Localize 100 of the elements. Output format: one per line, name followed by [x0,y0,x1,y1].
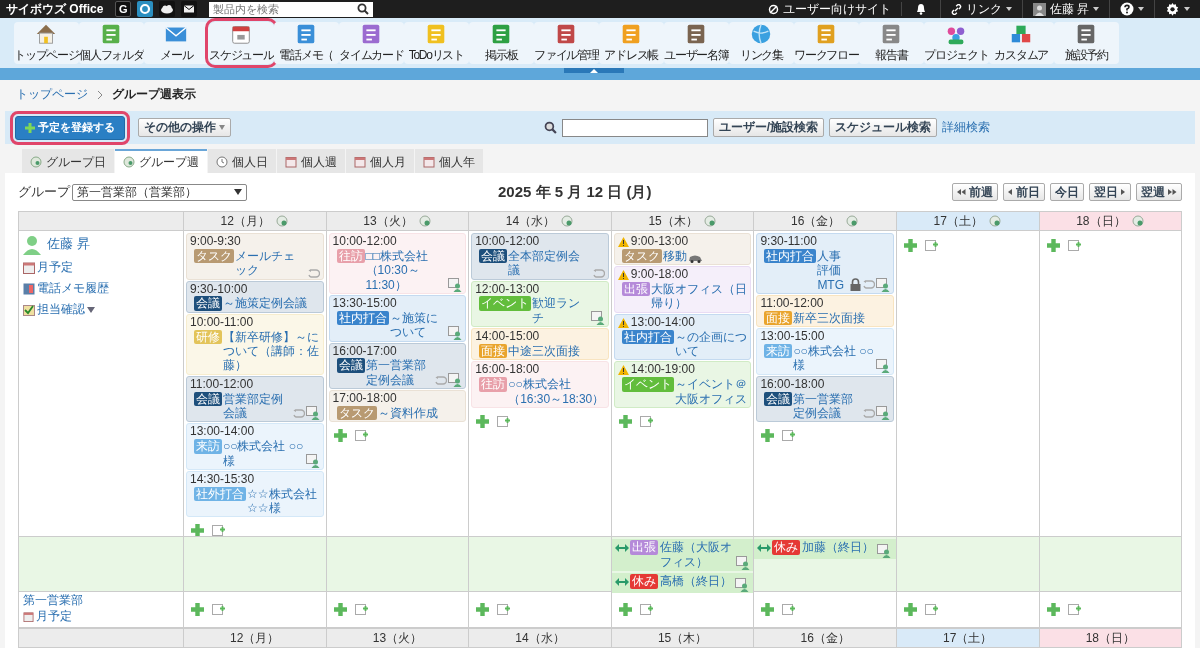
event-title-link[interactable]: ○○株式会社 ○○様 [793,343,875,373]
group-month-link[interactable]: 月予定 [36,609,72,624]
group-day-icon[interactable] [561,214,575,228]
search-icon[interactable] [357,3,370,15]
attendees-icon[interactable] [448,325,463,340]
schedule-event[interactable]: 14:00-15:00 面接 中途三次面接 [471,328,609,361]
ring-icon[interactable] [137,1,154,17]
schedule-event[interactable]: 16:00-17:00 会議 第一営業部定例会議 [328,342,467,390]
event-title-link[interactable]: ○○株式会社 ○○様 [223,439,305,468]
schedule-event[interactable]: 10:00-12:00 往訪 □□株式会社（10:30～11:30） [328,233,467,294]
schedule-event[interactable]: 9:30-10:00 会議 ～施策定例会議 [186,280,324,313]
event-title-link[interactable]: 第一営業部定例会議 [793,391,861,421]
add-icon[interactable] [333,429,347,443]
event-title-link[interactable]: ○○株式会社（16:30～18:30） [508,377,605,406]
event-title-link[interactable]: 佐藤（大阪オフィス） [659,540,734,570]
attendees-icon[interactable] [877,544,892,558]
detail-search-link[interactable]: 詳細検索 [942,119,990,136]
view-tab[interactable]: 個人月 [346,149,414,173]
all-day-event[interactable]: 休み 加藤（終日） [754,539,896,559]
add-card-icon[interactable] [639,414,654,428]
all-day-event[interactable]: 休み 高橋（終日） [611,573,754,593]
event-title-link[interactable]: 人事評価MTG [817,248,849,292]
attendees-icon[interactable] [875,358,890,373]
app-tile[interactable]: タイムカード [339,22,404,64]
add-card-icon[interactable] [354,603,369,616]
attendees-icon[interactable] [305,453,320,468]
event-title-link[interactable]: 大阪オフィス（日帰り） [650,282,748,311]
schedule-event[interactable]: 13:00-15:00 来訪 ○○株式会社 ○○様 [756,328,894,375]
group-day-icon[interactable] [988,214,1002,228]
add-icon[interactable] [191,603,204,616]
attendees-icon[interactable] [590,311,605,326]
app-tile[interactable]: トップページ [14,22,79,64]
add-icon[interactable] [333,603,347,616]
add-card-icon[interactable] [1067,239,1082,252]
view-tab[interactable]: グループ週 [115,149,207,173]
attendees-icon[interactable] [734,578,749,592]
group-day-icon[interactable] [275,214,289,228]
event-title-link[interactable]: ～施策について [389,310,448,340]
group-day-icon[interactable] [846,214,860,228]
group-select[interactable]: 第一営業部（営業部） [72,183,247,201]
search-field[interactable] [561,118,708,137]
schedule-event[interactable]: 16:00-18:00 会議 第一営業部定例会議 [756,375,894,423]
app-tile[interactable]: カスタムア [989,22,1054,64]
date-nav-button[interactable]: 翌日 [1089,183,1131,201]
group-day-icon[interactable] [418,214,432,228]
schedule-event[interactable]: 11:00-12:00 会議 営業部定例会議 [186,375,324,423]
app-tile[interactable]: 掲示板 [469,22,534,64]
attendees-icon[interactable] [875,277,890,292]
member-name-link[interactable]: 佐藤 昇 [47,235,90,253]
schedule-event[interactable]: 14:00-19:00 イベント ～イベント＠大阪オフィス [613,361,752,408]
add-card-icon[interactable] [497,414,512,428]
event-title-link[interactable]: 高橋（終日） [659,574,732,589]
schedule-event[interactable]: 14:30-15:30 社外打合 ☆☆株式会社☆☆様 [186,470,324,518]
add-icon[interactable] [903,239,917,252]
caret-icon[interactable] [87,306,95,313]
search-button[interactable]: ユーザー/施設検索 [712,118,824,137]
schedule-event[interactable]: 9:00-13:00 タスク 移動 [613,233,752,266]
event-title-link[interactable]: ～資料作成 [377,405,438,421]
search-button[interactable]: スケジュール検索 [829,118,937,137]
view-tab[interactable]: 個人日 [208,149,276,173]
app-tile[interactable]: 個人フォルダ [79,22,144,64]
app-tile[interactable]: メール [144,22,209,64]
app-tile[interactable]: プロジェクト [924,22,989,64]
event-title-link[interactable]: ～イベント＠大阪オフィス [674,377,748,406]
schedule-event[interactable]: 9:30-11:00 社内打合 人事評価MTG [756,233,894,294]
add-icon[interactable] [1046,603,1060,616]
date-nav-button[interactable]: 前週 [952,183,998,201]
app-tile[interactable]: ファイル管理 [534,22,599,64]
member-link[interactable]: 月予定 [37,259,73,276]
add-icon[interactable] [476,414,490,428]
event-title-link[interactable]: 加藤（終日） [802,540,875,555]
add-card-icon[interactable] [354,429,369,443]
add-card-icon[interactable] [212,524,226,536]
attendees-icon[interactable] [305,406,320,421]
app-tile[interactable]: ToDoリスト [404,22,469,64]
group-day-icon[interactable] [1131,214,1145,228]
event-title-link[interactable]: 中途三次面接 [508,343,581,359]
group-name-link[interactable]: 第一営業部 [23,593,83,607]
mail-icon[interactable] [181,1,198,17]
event-title-link[interactable]: □□株式会社（10:30～11:30） [365,248,448,292]
view-tab[interactable]: グループ日 [22,149,114,173]
add-icon[interactable] [761,603,775,616]
add-icon[interactable] [903,603,917,616]
app-tile[interactable]: 報告書 [859,22,924,64]
date-nav-button[interactable]: 前日 [1003,183,1045,201]
add-icon[interactable] [618,414,632,428]
collapse-handle[interactable] [564,68,624,73]
view-tab[interactable]: 個人年 [415,149,483,173]
member-link[interactable]: 電話メモ履歴 [37,280,109,297]
breadcrumb-link[interactable]: トップページ [16,86,88,103]
schedule-event[interactable]: 10:00-12:00 会議 全本部定例会議 [471,233,609,280]
event-title-link[interactable]: 移動 [662,248,687,264]
app-tile[interactable]: ワークフロー [794,22,859,64]
add-icon[interactable] [618,603,632,616]
date-nav-button[interactable]: 翌週 [1136,183,1182,201]
app-tile[interactable]: リンク集 [729,22,794,64]
event-title-link[interactable]: ～の企画について [674,329,748,359]
view-tab[interactable]: 個人週 [277,149,345,173]
schedule-event[interactable]: 13:00-14:00 社内打合 ～の企画について [613,313,752,361]
member-link[interactable]: 担当確認 [37,301,85,318]
